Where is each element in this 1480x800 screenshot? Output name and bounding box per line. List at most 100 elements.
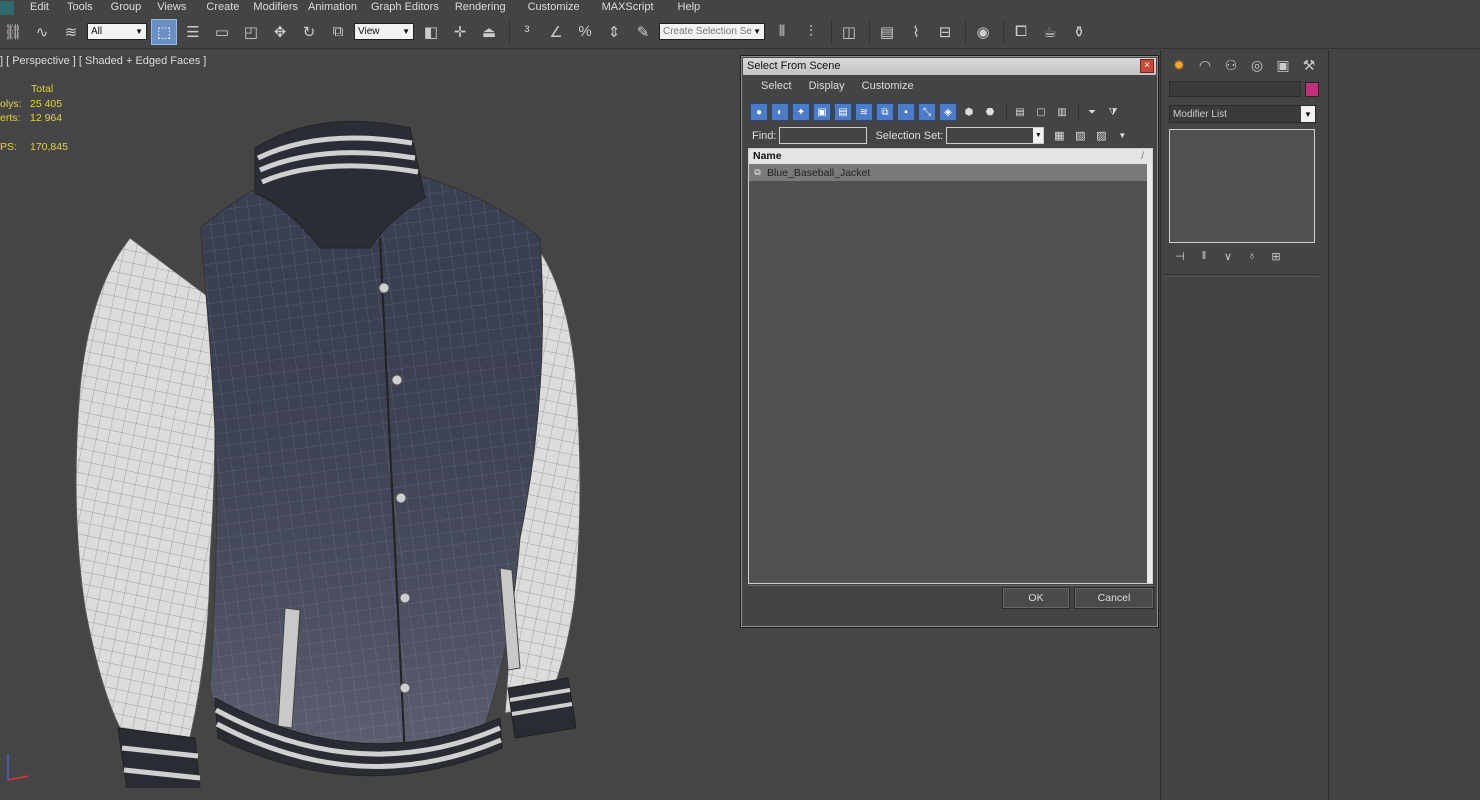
menu-group[interactable]: Group	[111, 0, 152, 15]
list-item[interactable]: ⧉ Blue_Baseball_Jacket	[749, 164, 1147, 181]
find-input[interactable]	[779, 127, 868, 144]
modify-tab-icon[interactable]: ◠	[1193, 54, 1217, 76]
display-geometry-icon[interactable]: ●	[750, 103, 768, 121]
dialog-toolbar: ● ◐ ✦ ▣ ▤ ≋ ⧉ ▪ ⤡ ◈ ⬢ ⬣ ▤ ▢ ▥ ⏷ ⧩	[750, 103, 1125, 121]
mirror-icon[interactable]: ⫴	[769, 19, 795, 45]
viewport-label[interactable]: ] [ Perspective ] [ Shaded + Edged Faces…	[0, 55, 206, 67]
render-setup-icon[interactable]: ⧠	[1008, 19, 1034, 45]
dialog-menu-select[interactable]: Select	[761, 80, 792, 92]
link-icon[interactable]: ⛓	[0, 19, 26, 45]
rotate-icon[interactable]: ↻	[296, 19, 322, 45]
menu-customize[interactable]: Customize	[528, 0, 590, 15]
menu-modifiers[interactable]: Modifiers	[253, 0, 308, 15]
display-helpers-icon[interactable]: ▤	[834, 103, 852, 121]
motion-tab-icon[interactable]: ◎	[1245, 54, 1269, 76]
display-frozen-icon[interactable]: ⬢	[960, 103, 978, 121]
create-selection-set-icon[interactable]: ▦	[1050, 128, 1068, 144]
bind-spacewarp-icon[interactable]: ≋	[58, 19, 84, 45]
modifier-list-dropdown[interactable]: Modifier List ▼	[1169, 105, 1316, 123]
configure-sets-icon[interactable]: ⊞	[1265, 248, 1287, 264]
percent-snap-icon[interactable]: %	[572, 19, 598, 45]
render-production-icon[interactable]: ⚱	[1066, 19, 1092, 45]
keyboard-shortcut-icon[interactable]: ⏏	[476, 19, 502, 45]
curve-editor-icon[interactable]: ⌇	[903, 19, 929, 45]
stats-label: erts:	[0, 112, 21, 124]
pivot-center-icon[interactable]: ◧	[418, 19, 444, 45]
stats-label: olys:	[0, 97, 22, 110]
display-tab-icon[interactable]: ▣	[1271, 54, 1295, 76]
display-groups-icon[interactable]: ⧉	[876, 103, 894, 121]
filter-icon[interactable]: ⏷	[1083, 103, 1101, 121]
modifier-stack[interactable]	[1169, 129, 1315, 243]
window-crossing-icon[interactable]: ◰	[238, 19, 264, 45]
menu-help[interactable]: Help	[678, 0, 711, 15]
remove-modifier-icon[interactable]: ♁	[1241, 248, 1263, 264]
named-selection-set-dropdown[interactable]: Create Selection Se ▼	[659, 23, 765, 40]
list-column-name[interactable]: Name /	[749, 149, 1152, 164]
object-color-swatch[interactable]	[1305, 82, 1319, 97]
move-icon[interactable]: ✥	[267, 19, 293, 45]
hierarchy-tab-icon[interactable]: ⚇	[1219, 54, 1243, 76]
jacket-model[interactable]	[60, 88, 600, 788]
dialog-title-bar[interactable]: Select From Scene ×	[743, 58, 1156, 75]
add-to-selection-set-icon[interactable]: ▧	[1071, 128, 1089, 144]
menu-edit[interactable]: Edit	[30, 0, 59, 15]
rect-selection-icon[interactable]: ▭	[209, 19, 235, 45]
angle-snap-icon[interactable]: ∠	[543, 19, 569, 45]
menu-tools[interactable]: Tools	[67, 0, 103, 15]
create-tab-icon[interactable]: ✹	[1167, 54, 1191, 76]
material-editor-icon[interactable]: ◉	[970, 19, 996, 45]
app-icon[interactable]	[0, 0, 14, 15]
cancel-button[interactable]: Cancel	[1075, 588, 1153, 608]
align-icon[interactable]: ⫶	[798, 19, 824, 45]
display-cameras-icon[interactable]: ▣	[813, 103, 831, 121]
display-xrefs-icon[interactable]: ▪	[897, 103, 915, 121]
menu-graph-editors[interactable]: Graph Editors	[371, 0, 449, 15]
named-selection-edit-icon[interactable]: ✎	[630, 19, 656, 45]
selection-set-label: Selection Set:	[875, 129, 944, 142]
expand-options-icon[interactable]: ▼	[1113, 128, 1131, 144]
make-unique-icon[interactable]: ∨	[1217, 248, 1239, 264]
selection-filter-dropdown[interactable]: All ▼	[87, 23, 147, 40]
selection-set-dropdown[interactable]: ▼	[946, 127, 1045, 144]
render-frame-icon[interactable]: ☕	[1037, 19, 1063, 45]
schematic-view-icon[interactable]: ⊟	[932, 19, 958, 45]
display-bones-icon[interactable]: ⤡	[918, 103, 936, 121]
dialog-menu-customize[interactable]: Customize	[862, 80, 914, 92]
list-scrollbar[interactable]	[1147, 164, 1152, 583]
ok-button[interactable]: OK	[1003, 588, 1069, 608]
select-by-name-icon[interactable]: ☰	[180, 19, 206, 45]
show-end-result-icon[interactable]: ‖	[1193, 248, 1215, 264]
utilities-tab-icon[interactable]: ⚒	[1297, 54, 1321, 76]
select-all-icon[interactable]: ▤	[1011, 103, 1029, 121]
dialog-menu-display[interactable]: Display	[809, 80, 845, 92]
toolbar-separator	[1078, 103, 1079, 121]
spinner-snap-icon[interactable]: ⇕	[601, 19, 627, 45]
menu-views[interactable]: Views	[157, 0, 196, 15]
unlink-icon[interactable]: ∿	[29, 19, 55, 45]
display-shapes-icon[interactable]: ◐	[771, 103, 789, 121]
select-manipulate-icon[interactable]: ✛	[447, 19, 473, 45]
select-invert-icon[interactable]: ▥	[1053, 103, 1071, 121]
reference-coordinate-dropdown[interactable]: View ▼	[354, 23, 414, 40]
snap-3d-icon[interactable]: ³	[514, 19, 540, 45]
object-name-field[interactable]	[1169, 81, 1301, 97]
display-lights-icon[interactable]: ✦	[792, 103, 810, 121]
remove-from-selection-set-icon[interactable]: ▨	[1092, 128, 1110, 144]
scene-object-list[interactable]: Name / ⧉ Blue_Baseball_Jacket	[748, 148, 1153, 584]
graphite-tools-icon[interactable]: ▤	[874, 19, 900, 45]
scale-icon[interactable]: ⧉	[325, 19, 351, 45]
menu-maxscript[interactable]: MAXScript	[602, 0, 664, 15]
close-icon[interactable]: ×	[1140, 59, 1154, 73]
menu-rendering[interactable]: Rendering	[455, 0, 516, 15]
filter-settings-icon[interactable]: ⧩	[1104, 103, 1122, 121]
display-spacewarps-icon[interactable]: ≋	[855, 103, 873, 121]
display-hidden-icon[interactable]: ⬣	[981, 103, 999, 121]
menu-animation[interactable]: Animation	[308, 0, 367, 15]
select-object-icon[interactable]: ⬚	[151, 18, 177, 45]
pin-stack-icon[interactable]: ⊣	[1169, 248, 1191, 264]
select-none-icon[interactable]: ▢	[1032, 103, 1050, 121]
menu-create[interactable]: Create	[206, 0, 249, 15]
layer-manager-icon[interactable]: ◫	[836, 19, 862, 45]
display-containers-icon[interactable]: ◈	[939, 103, 957, 121]
